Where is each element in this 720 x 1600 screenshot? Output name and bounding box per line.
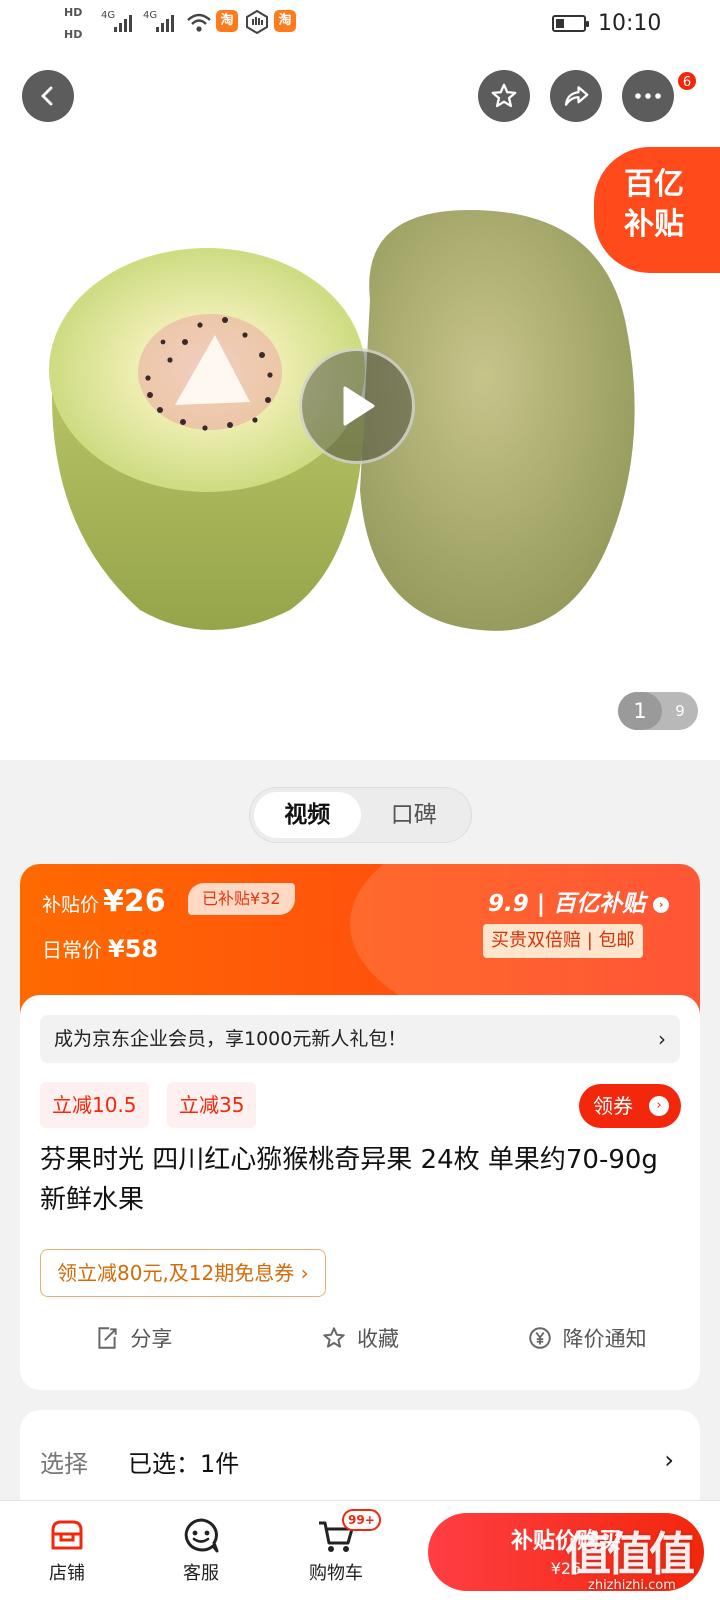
- membership-banner[interactable]: 成为京东企业会员，享1000元新人礼包！ ›: [40, 1015, 680, 1063]
- product-gallery[interactable]: 6 百亿 补贴 1 9: [0, 50, 720, 760]
- signal-icon-2: [156, 14, 174, 32]
- get-coupon-label: 领券: [593, 1094, 633, 1118]
- status-bar: HD HD 4G 4G 淘 淘 10:10: [0, 0, 720, 50]
- total-pages: 9: [675, 702, 685, 720]
- share-label: 分享: [130, 1327, 173, 1351]
- get-coupon-button[interactable]: 领券 ›: [579, 1084, 681, 1128]
- favorite-action[interactable]: 收藏: [247, 1315, 474, 1361]
- hd-indicator-1: HD: [64, 6, 83, 19]
- action-row: 分享 收藏 降价通知: [20, 1315, 700, 1361]
- price-alert-label: 降价通知: [562, 1327, 647, 1351]
- favorite-label: 收藏: [357, 1327, 399, 1351]
- play-icon: [343, 386, 375, 426]
- watermark-logo: 值值值: [565, 1527, 695, 1581]
- cart-button[interactable]: 购物车 99+: [291, 1509, 381, 1585]
- more-badge: 6: [676, 70, 698, 92]
- clock: 10:10: [598, 11, 662, 36]
- service-face-icon: [184, 1518, 219, 1553]
- selection-value: 已选：1件: [128, 1450, 240, 1478]
- daily-price-row: 日常价 ¥58: [42, 934, 158, 963]
- daily-price-label: 日常价: [42, 938, 102, 962]
- price-alert-action[interactable]: 降价通知: [473, 1315, 700, 1361]
- subsidy-brand-text: 9.9 | 百亿补贴: [488, 891, 646, 917]
- network-type-2: 4G: [143, 10, 158, 21]
- gallery-page-counter: 1 9: [618, 692, 698, 730]
- chevron-right-icon: ›: [664, 1446, 674, 1474]
- battery-icon: [552, 15, 589, 32]
- tab-reviews[interactable]: 口碑: [361, 792, 468, 838]
- more-dots-icon: [635, 93, 661, 99]
- network-type-1: 4G: [101, 10, 116, 21]
- media-tab-switch: 视频 口碑: [249, 787, 472, 843]
- favorite-button[interactable]: [478, 70, 530, 122]
- subsidy-badge-line1: 百亿: [624, 167, 684, 202]
- subsidy-price-row: 补贴价 ¥26: [42, 884, 166, 919]
- shop-label: 店铺: [49, 1563, 85, 1584]
- cart-label: 购物车: [309, 1563, 363, 1584]
- customer-service-button[interactable]: 客服: [156, 1513, 246, 1585]
- taobao-app-icon: 淘: [216, 10, 238, 32]
- more-button[interactable]: [622, 70, 674, 122]
- subsidy-badge-line2: 补贴: [624, 207, 684, 242]
- shop-button[interactable]: 店铺: [22, 1513, 112, 1585]
- subsidized-amount-tag: 已补贴¥32: [188, 883, 295, 915]
- hd-indicator-2: HD: [64, 28, 83, 41]
- signal-icon-1: [114, 14, 132, 32]
- back-button[interactable]: [22, 70, 74, 122]
- coupon-tag-1[interactable]: 立减10.5: [40, 1082, 149, 1128]
- star-outline-icon: [323, 1327, 345, 1348]
- yen-alert-icon: [528, 1327, 551, 1349]
- service-label: 客服: [183, 1563, 219, 1584]
- chevron-right-icon: ›: [653, 896, 670, 913]
- tab-video[interactable]: 视频: [254, 792, 361, 838]
- shop-icon: [51, 1520, 83, 1550]
- product-info-card: 成为京东企业会员，享1000元新人礼包！ › 立减10.5 立减35 领券 › …: [20, 995, 700, 1390]
- cart-count-badge: 99+: [342, 1509, 381, 1531]
- taobao-app-icon-2: 淘: [274, 10, 296, 32]
- play-video-button[interactable]: [299, 348, 415, 464]
- daily-price-value: ¥58: [108, 935, 159, 963]
- share-button[interactable]: [550, 70, 602, 122]
- chevron-left-icon: [41, 86, 53, 106]
- subsidy-corner-badge: 百亿 补贴: [594, 147, 720, 273]
- price-banner: 补贴价 ¥26 已补贴¥32 日常价 ¥58 9.9 | 百亿补贴 › 买贵双倍赔 …: [20, 864, 700, 1014]
- star-icon: [491, 83, 517, 108]
- promo-coupon-link[interactable]: 领立减80元,及12期免息券 ›: [40, 1249, 326, 1297]
- membership-text: 成为京东企业会员，享1000元新人礼包！: [54, 1028, 407, 1050]
- guarantee-tag: 买贵双倍赔 | 包邮: [483, 924, 643, 958]
- share-action[interactable]: 分享: [20, 1315, 247, 1361]
- selection-label: 选择: [40, 1450, 88, 1478]
- chevron-right-icon: ›: [649, 1096, 669, 1116]
- product-title: 芬果时光 四川红心猕猴桃奇异果 24枚 单果约70-90g 新鲜水果: [40, 1145, 658, 1215]
- share-icon: [98, 1327, 117, 1349]
- hand-app-icon: [246, 10, 268, 34]
- subsidy-brand-link[interactable]: 9.9 | 百亿补贴 ›: [488, 884, 670, 918]
- subsidy-price-value: ¥26: [103, 884, 166, 919]
- chevron-right-icon: ›: [658, 1027, 666, 1051]
- share-arrow-icon: [564, 86, 589, 106]
- current-page: 1: [618, 692, 662, 730]
- subsidy-price-label: 补贴价: [42, 894, 100, 916]
- watermark-url: zhizhizhi.com: [588, 1578, 676, 1593]
- wifi-icon: [187, 13, 211, 32]
- coupon-tag-2[interactable]: 立减35: [167, 1082, 257, 1128]
